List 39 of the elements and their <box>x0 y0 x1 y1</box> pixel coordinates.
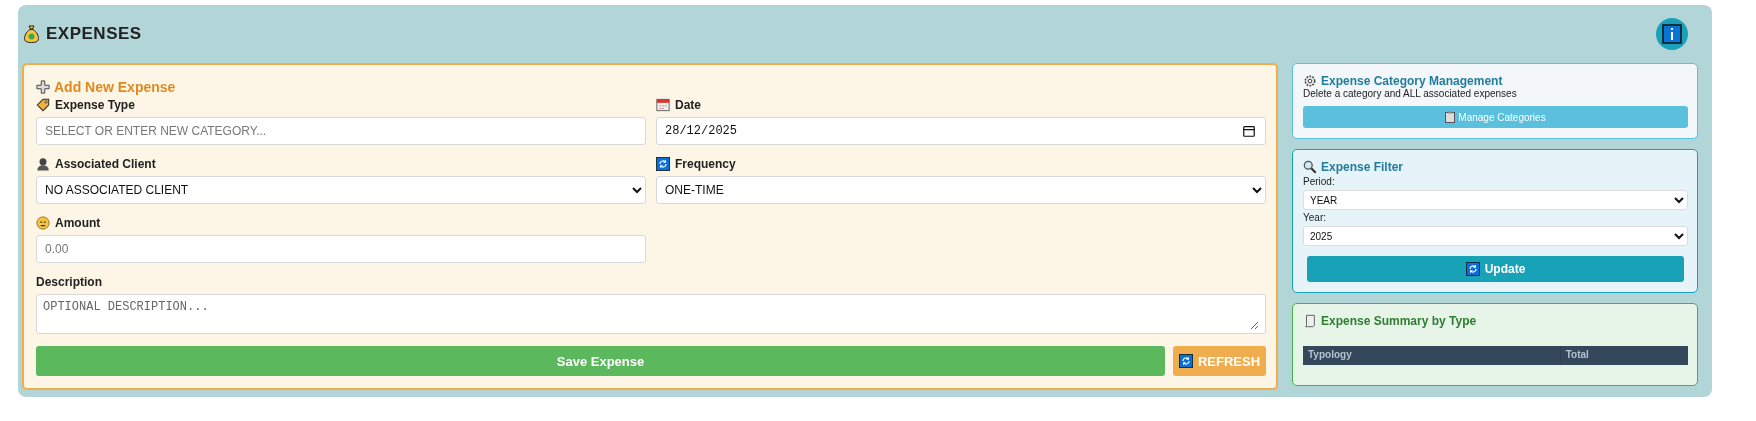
field-label: Year: <box>1303 212 1327 223</box>
dropdown[interactable]: ONE-TIME <box>656 176 1266 204</box>
text-field[interactable]: 0.00 <box>36 235 646 263</box>
field-label: Date <box>675 98 701 112</box>
card-title: Expense Summary by Type <box>1321 314 1477 328</box>
refresh-icon <box>656 157 670 171</box>
tag-icon <box>36 98 50 112</box>
card-title: Expense Category Management <box>1321 74 1503 88</box>
field-label: Associated Client <box>55 157 156 171</box>
card-title: Add New Expense <box>54 79 176 95</box>
field-label: Expense Type <box>55 98 135 112</box>
field-label: Frequency <box>675 157 736 171</box>
money-bag-icon <box>24 25 39 43</box>
scroll-icon <box>1303 314 1317 328</box>
card-title: Expense Filter <box>1321 160 1404 174</box>
clipboard-icon <box>1445 111 1456 123</box>
dropdown[interactable]: YEAR <box>1303 190 1688 210</box>
date-field[interactable]: 28/12/2025 <box>656 117 1266 145</box>
card-description: Delete a category and ALL associated expenses <box>1303 88 1518 99</box>
calendar-icon <box>656 98 670 112</box>
field-label: Description <box>36 275 102 289</box>
gear-icon <box>1303 74 1317 88</box>
calendar-icon[interactable] <box>1242 124 1256 138</box>
column-header: Typology <box>1307 348 1353 362</box>
column-header: Total <box>1559 346 1688 365</box>
plus-icon <box>36 80 50 94</box>
refresh-icon <box>1465 262 1480 276</box>
person-icon <box>36 157 50 171</box>
dropdown[interactable]: 2025 <box>1303 226 1688 246</box>
info-icon <box>1662 24 1682 44</box>
text-field[interactable]: SELECT OR ENTER NEW CATEGORY... <box>36 117 646 145</box>
dropdown[interactable]: NO ASSOCIATED CLIENT <box>36 176 646 204</box>
field-label: Amount <box>55 216 101 230</box>
field-label: Period: <box>1303 176 1336 187</box>
page-title: EXPENSES <box>46 24 142 44</box>
refresh-icon <box>1178 354 1193 368</box>
info-button[interactable] <box>1656 18 1688 50</box>
search-icon <box>1303 160 1317 174</box>
text-area[interactable]: OPTIONAL DESCRIPTION... <box>36 294 1266 334</box>
